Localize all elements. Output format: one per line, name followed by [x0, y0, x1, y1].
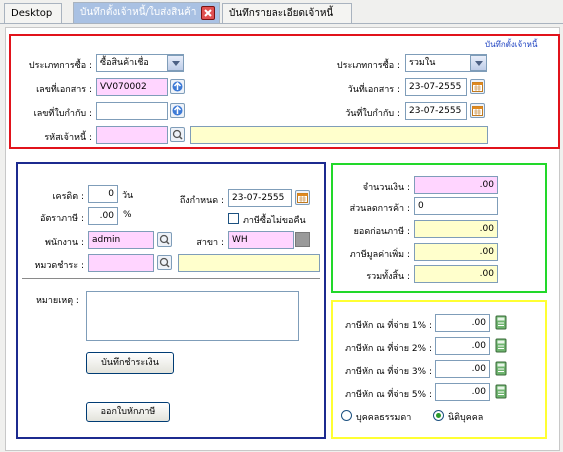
employee-label: พนักงาน : — [44, 238, 84, 248]
doc-date-label: วันที่เอกสาร : — [347, 85, 400, 95]
credit-label: เครดิต : — [52, 192, 84, 202]
wht2-label: ภาษีหัก ณ ที่จ่าย 2% : — [345, 344, 432, 354]
wht2-value: .00 — [471, 341, 486, 351]
grand-total-input: .00 — [414, 265, 498, 283]
tax-rate-value: .00 — [99, 211, 114, 221]
payment-lookup-icon[interactable] — [157, 255, 172, 270]
amount-value: .00 — [479, 180, 494, 190]
no-refund-checkbox[interactable] — [228, 213, 239, 224]
no-refund-label: ภาษีซื้อไม่ขอคืน — [243, 216, 306, 226]
discount-input[interactable]: 0 — [414, 197, 498, 215]
wht1-value: .00 — [471, 318, 486, 328]
calendar-icon[interactable] — [295, 190, 310, 205]
wht5-value: .00 — [471, 387, 486, 397]
employee-lookup-icon[interactable] — [157, 232, 172, 247]
grand-total-label: รวมทั้งสิ้น : — [366, 272, 410, 282]
wht3-value: .00 — [471, 364, 486, 374]
wht3-label: ภาษีหัก ณ ที่จ่าย 3% : — [345, 367, 432, 377]
doc-no-value: VV070002 — [100, 82, 147, 92]
payment-category-label: หมวดชำระ : — [34, 261, 85, 271]
employee-value: admin — [92, 235, 121, 245]
credit-unit: วัน — [122, 191, 134, 201]
amount-input[interactable]: .00 — [414, 176, 498, 194]
radio-selected-dot — [436, 413, 441, 418]
wht1-input[interactable]: .00 — [435, 314, 490, 332]
purchase-type-dropdown-icon[interactable] — [167, 55, 184, 71]
before-tax-value: .00 — [479, 224, 494, 234]
tab-divider — [0, 23, 563, 24]
discount-value: 0 — [418, 201, 424, 211]
tax-rate-unit: % — [123, 210, 132, 220]
vat-type-value: รวมใน — [409, 58, 436, 68]
receipt-date-input[interactable]: 23-07-2555 — [405, 102, 467, 120]
company-radio[interactable] — [433, 410, 444, 421]
wht5-label: ภาษีหัก ณ ที่จ่าย 5% : — [345, 390, 432, 400]
tax-rate-input[interactable]: .00 — [88, 207, 118, 225]
before-tax-label: ยอดก่อนภาษี : — [353, 227, 410, 237]
doc-date-input[interactable]: 23-07-2555 — [405, 78, 467, 96]
purchase-type-value: ซื้อสินค้าเชื่อ — [100, 58, 149, 68]
wht3-input[interactable]: .00 — [435, 360, 490, 378]
doc-date-value: 23-07-2555 — [409, 82, 462, 92]
note-textarea[interactable] — [86, 291, 299, 341]
branch-input[interactable]: WH — [228, 231, 294, 249]
receipt-date-value: 23-07-2555 — [409, 106, 462, 116]
calculator-icon[interactable] — [495, 315, 507, 330]
payment-category-name-input[interactable] — [178, 254, 320, 272]
amount-label: จำนวนเงิน : — [362, 183, 410, 193]
receipt-no-label: เลขที่ใบกำกับ : — [33, 109, 92, 119]
vat-type-dropdown-icon[interactable] — [470, 55, 487, 71]
due-date-input[interactable]: 23-07-2555 — [228, 189, 292, 207]
discount-label: ส่วนลดการค้า : — [349, 204, 410, 214]
receipt-no-input[interactable] — [96, 102, 168, 120]
purchase-type-label: ประเภทการซื้อ : — [28, 61, 92, 71]
due-date-label: ถึงกำหนด : — [179, 196, 224, 206]
creditor-code-label: รหัสเจ้าหนี้ : — [44, 133, 92, 143]
calculator-icon[interactable] — [495, 384, 507, 399]
vat-value: .00 — [479, 247, 494, 257]
branch-label: สาขา : — [196, 238, 224, 248]
vat-input[interactable]: .00 — [414, 243, 498, 261]
grand-total-value: .00 — [479, 269, 494, 279]
record-payment-button[interactable]: บันทึกชำระเงิน — [86, 352, 174, 374]
credit-days-input[interactable]: 0 — [88, 185, 118, 203]
tab-creditor-entry[interactable]: บันทึกตั้งเจ้าหนี้/ใบส่งสินค้า — [73, 2, 220, 24]
wht5-input[interactable]: .00 — [435, 383, 490, 401]
tax-rate-label: อัตราภาษี : — [40, 214, 84, 224]
close-icon[interactable] — [201, 6, 215, 20]
tab-creditor-details[interactable]: บันทึกรายละเอียดเจ้าหนี้ — [222, 3, 352, 23]
tab-desktop[interactable]: Desktop — [4, 3, 62, 23]
doc-no-search-icon[interactable] — [170, 79, 185, 94]
doc-no-label: เลขที่เอกสาร : — [36, 85, 92, 95]
calendar-icon[interactable] — [470, 103, 485, 118]
calendar-icon[interactable] — [470, 79, 485, 94]
tab-creditor-entry-label: บันทึกตั้งเจ้าหนี้/ใบส่งสินค้า — [80, 7, 197, 18]
branch-lookup-icon — [295, 232, 310, 247]
receipt-date-label: วันที่ใบกำกับ : — [345, 109, 400, 119]
wht1-label: ภาษีหัก ณ ที่จ่าย 1% : — [345, 321, 432, 331]
withholding-tax-button[interactable]: ออกใบหักภาษี — [86, 402, 170, 422]
divider — [22, 278, 320, 279]
calculator-icon[interactable] — [495, 361, 507, 376]
creditor-name-input[interactable] — [190, 126, 488, 144]
due-date-value: 23-07-2555 — [232, 193, 285, 203]
branch-value: WH — [232, 235, 248, 245]
section-title: บันทึกตั้งเจ้าหนี้ — [485, 40, 538, 49]
receipt-no-search-icon[interactable] — [170, 103, 185, 118]
employee-input[interactable]: admin — [88, 231, 154, 249]
payment-category-input[interactable] — [88, 254, 154, 272]
wht2-input[interactable]: .00 — [435, 337, 490, 355]
credit-days-value: 0 — [108, 189, 114, 199]
vat-label: ภาษีมูลค่าเพิ่ม : — [349, 250, 410, 260]
note-label: หมายเหตุ : — [36, 296, 79, 306]
person-radio[interactable] — [341, 410, 352, 421]
calculator-icon[interactable] — [495, 338, 507, 353]
creditor-lookup-icon[interactable] — [170, 127, 185, 142]
creditor-code-input[interactable] — [96, 126, 168, 144]
before-tax-input: .00 — [414, 220, 498, 238]
person-label: บุคคลธรรมดา — [356, 413, 412, 423]
vat-type-label: ประเภทการซื้อ : — [336, 61, 400, 71]
company-label: นิติบุคคล — [448, 413, 484, 423]
doc-no-input[interactable]: VV070002 — [96, 78, 168, 96]
